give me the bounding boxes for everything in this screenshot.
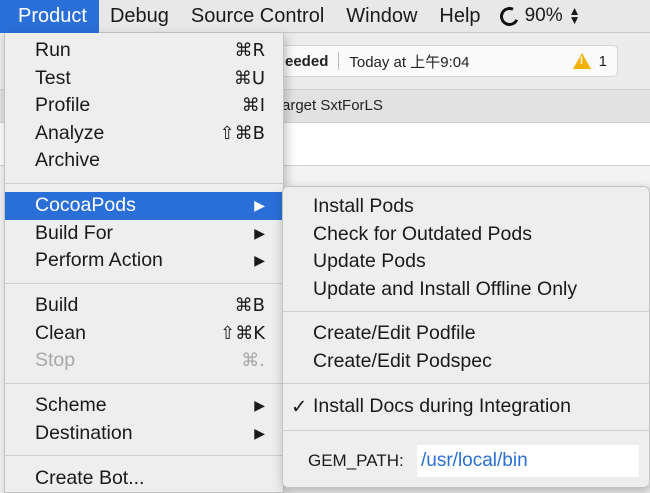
menu-item-label: Destination (35, 421, 133, 444)
gem-path-label: GEM_PATH: (308, 451, 404, 470)
submenu-arrow-icon: ▶ (254, 224, 265, 241)
jump-bar-target[interactable]: arget SxtForLS (282, 97, 383, 114)
submenu-item-edit-podspec[interactable]: Create/Edit Podspec (283, 348, 649, 376)
menu-item-label: Perform Action (35, 249, 163, 271)
checkmark-icon: ✓ (291, 395, 308, 418)
menu-shortcut: ⇧⌘K (220, 322, 265, 344)
menu-shortcut: ⌘U (233, 67, 265, 89)
menu-item-label: Build For (35, 221, 114, 244)
cocoapods-submenu: Install Pods Check for Outdated Pods Upd… (282, 186, 650, 488)
menu-item-label: CocoaPods (35, 194, 136, 216)
submenu-item-install-pods[interactable]: Install Pods (283, 193, 649, 221)
battery-status[interactable]: 90% ▲ ▼ (496, 0, 581, 33)
submenu-arrow-icon: ▶ (254, 197, 265, 213)
menu-item-build-for[interactable]: Build For ▶ (5, 220, 283, 248)
status-divider (338, 52, 340, 70)
menubar-help[interactable]: Help (428, 0, 491, 33)
menu-shortcut: ⌘I (241, 95, 265, 116)
menu-item-stop: Stop ⌘. (5, 347, 283, 375)
menu-separator (5, 183, 283, 184)
menubar-source-control[interactable]: Source Control (180, 0, 335, 33)
menu-item-label: Stop (35, 349, 76, 371)
submenu-separator (283, 311, 649, 312)
product-menu: Run ⌘R Test ⌘U Profile ⌘I Analyze ⇧⌘B Ar… (4, 33, 284, 493)
menu-item-clean[interactable]: Clean ⇧⌘K (5, 320, 283, 348)
menu-item-cocoapods[interactable]: CocoaPods ▶ (5, 192, 283, 220)
menu-shortcut: ⌘B (234, 295, 265, 316)
menubar-product[interactable]: Product (0, 0, 99, 33)
menu-shortcut: ⇧⌘B (219, 122, 265, 144)
submenu-item-update-pods[interactable]: Update Pods (283, 248, 649, 276)
updown-arrows-icon: ▲ ▼ (568, 4, 581, 27)
submenu-arrow-icon: ▶ (254, 397, 265, 413)
battery-icon (496, 3, 522, 29)
menu-bar: Product Debug Source Control Window Help… (0, 0, 650, 33)
menu-item-scheme[interactable]: Scheme ▶ (5, 392, 283, 420)
battery-percent: 90% (524, 5, 563, 26)
menu-item-archive[interactable]: Archive (5, 147, 283, 175)
menu-item-perform-action[interactable]: Perform Action ▶ (5, 247, 283, 275)
menu-item-analyze[interactable]: Analyze ⇧⌘B (5, 120, 283, 148)
submenu-item-check-outdated[interactable]: Check for Outdated Pods (283, 221, 649, 249)
menu-shortcut: ⌘. (241, 350, 265, 371)
menu-item-label: Run (35, 39, 71, 61)
submenu-arrow-icon: ▶ (254, 424, 265, 441)
menu-separator (5, 283, 283, 284)
menubar-debug[interactable]: Debug (99, 0, 180, 33)
menu-separator (5, 383, 283, 384)
build-status: eeded (285, 52, 329, 70)
menu-separator (5, 455, 283, 456)
submenu-item-update-offline[interactable]: Update and Install Offline Only (283, 276, 649, 304)
menu-item-label: Archive (35, 149, 101, 171)
build-time: Today at 上午9:04 (349, 53, 470, 71)
menu-item-profile[interactable]: Profile ⌘I (5, 92, 283, 120)
menu-item-label: Test (35, 66, 71, 89)
submenu-item-label: Install Docs during Integration (313, 395, 571, 417)
menu-item-test[interactable]: Test ⌘U (5, 65, 283, 93)
submenu-arrow-icon: ▶ (254, 252, 265, 268)
submenu-item-install-docs[interactable]: ✓ Install Docs during Integration (283, 393, 649, 421)
warning-indicator[interactable]: 1 (572, 52, 607, 70)
menu-item-create-bot[interactable]: Create Bot... (5, 465, 283, 493)
menu-item-label: Clean (35, 321, 86, 344)
menu-item-label: Scheme (35, 394, 107, 416)
warning-count: 1 (598, 52, 607, 70)
submenu-item-edit-podfile[interactable]: Create/Edit Podfile (283, 320, 649, 348)
submenu-separator (283, 383, 649, 384)
menu-item-build[interactable]: Build ⌘B (5, 292, 283, 320)
menu-item-run[interactable]: Run ⌘R (5, 37, 283, 65)
menu-item-label: Profile (35, 94, 91, 116)
menubar-window[interactable]: Window (335, 0, 428, 33)
warning-icon (572, 53, 591, 69)
menu-shortcut: ⌘R (234, 40, 265, 61)
activity-status-bar: eeded Today at 上午9:04 1 (270, 45, 618, 77)
menu-item-label: Create Bot... (35, 467, 145, 489)
submenu-separator (283, 430, 649, 431)
gem-path-input[interactable] (417, 445, 639, 477)
menu-item-label: Analyze (35, 121, 105, 144)
menu-item-destination[interactable]: Destination ▶ (5, 420, 283, 448)
menu-item-label: Build (35, 294, 79, 316)
